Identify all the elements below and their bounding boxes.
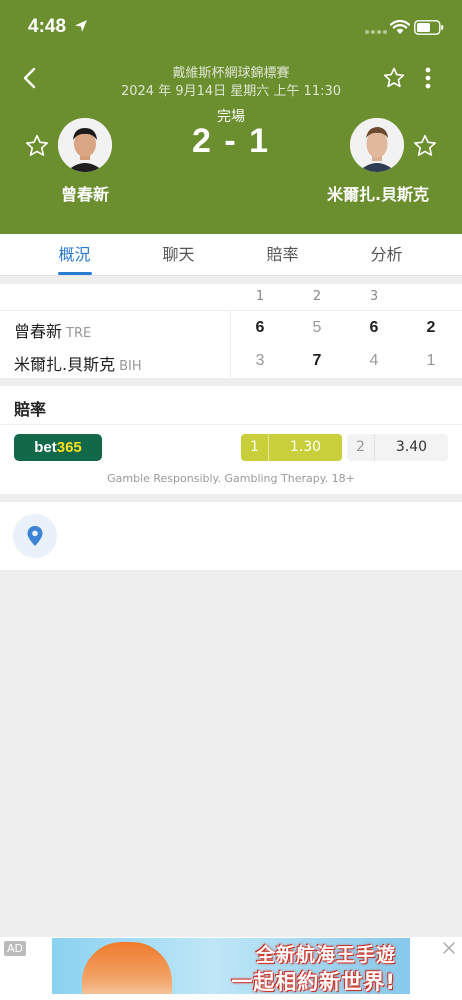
tab-bar: 概況 聊天 賠率 分析 [0,234,462,276]
divider [0,310,462,311]
status-time: 4:48 [28,16,67,37]
sets-won-total: 1 [426,352,436,369]
away-player-photo [350,118,404,172]
close-icon[interactable] [442,941,456,955]
favorite-match-star-icon[interactable] [382,66,406,90]
map-pin-icon [27,526,43,546]
divider [0,424,462,425]
tab-odds[interactable]: 賠率 [225,234,340,276]
set-scoreboard: 1 2 3 曾春新 TRE 6 5 6 2 米爾扎.貝斯克 BIH 3 7 4 1 [0,284,462,378]
tab-overview[interactable]: 概況 [17,234,132,276]
favorite-away-star-icon[interactable] [412,133,438,159]
wifi-icon [390,19,410,34]
scoreboard-row[interactable]: 曾春新 TRE [14,318,91,342]
ad-subheadline: 一起相約新世界! [231,970,396,994]
odds-away-button[interactable]: 2 3.40 [347,434,448,461]
ad-headline: 全新航海王手遊 [255,944,396,966]
row-player-name: 米爾扎.貝斯克 [14,355,116,374]
sets-won-total: 2 [426,319,436,336]
away-player-name[interactable]: 米爾扎.貝斯克 [316,181,440,205]
ad-bar: AD 全新航海王手遊 一起相約新世界! [0,937,462,1000]
set-header: 3 [369,289,379,304]
odds-away-label: 2 [347,434,375,461]
venue-section [0,502,462,570]
row-player-name: 曾春新 [14,322,63,341]
set-score: 4 [369,352,379,369]
row-player-code: BIH [119,359,142,374]
status-bar: 4:48 [0,0,462,52]
bet365-logo-part1: bet [34,439,57,456]
ad-label: AD [4,941,26,956]
tab-chat[interactable]: 聊天 [121,234,236,276]
home-player-photo [58,118,112,172]
match-header: 4:48 戴維斯杯網球錦標賽 2024 年 9月14日 星期六 上午 11:30 [0,0,462,234]
gambling-disclaimer[interactable]: Gamble Responsibly. Gambling Therapy. 18… [0,472,462,485]
ad-banner[interactable]: 全新航海王手遊 一起相約新世界! [52,938,410,994]
set-score: 6 [369,319,379,336]
active-tab-indicator [58,272,92,275]
ad-character-image [82,942,172,994]
away-player-avatar[interactable] [350,118,404,172]
odds-away-value: 3.40 [395,439,428,455]
bet365-logo-part2: 365 [56,439,82,456]
set-header: 2 [312,289,322,304]
odds-title: 賠率 [14,400,47,419]
odds-home-label: 1 [241,434,269,461]
venue-map-button[interactable] [13,514,57,558]
odds-section: 賠率 bet365 1 1.30 2 3.40 Gamble Responsib… [0,386,462,494]
set-score: 6 [255,319,265,336]
location-arrow-icon [75,20,87,32]
scoreboard-row[interactable]: 米爾扎.貝斯克 BIH [14,351,142,375]
bet365-logo[interactable]: bet365 [14,434,102,461]
set-score: 5 [312,319,322,336]
home-player-name[interactable]: 曾春新 [40,181,130,205]
set-score: 7 [312,352,322,369]
set-header: 1 [255,289,265,304]
home-player-avatar[interactable] [58,118,112,172]
battery-icon [414,20,444,35]
favorite-home-star-icon[interactable] [24,133,50,159]
row-player-code: TRE [66,326,92,341]
set-score: 3 [255,352,265,369]
odds-home-value: 1.30 [289,439,322,455]
odds-home-button[interactable]: 1 1.30 [241,434,342,461]
divider [230,310,231,378]
more-icon[interactable] [418,66,438,90]
signal-icon [365,30,387,34]
tab-analysis[interactable]: 分析 [329,234,444,276]
